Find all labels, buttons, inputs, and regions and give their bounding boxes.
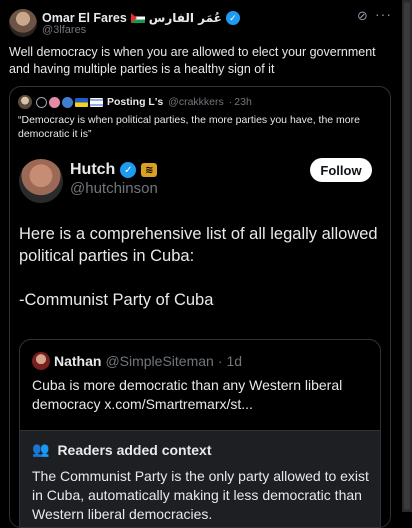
context-header: 👥 Readers added context xyxy=(32,441,212,458)
quoted-tweet-text: “Democracy is when political parties, th… xyxy=(18,114,360,140)
inner-quote-header: Nathan @SimpleSiteman · 1d xyxy=(32,352,242,370)
hutch-name-row: Hutch ✓ ≋ xyxy=(70,161,158,179)
inner-quote-card: Nathan @SimpleSiteman · 1d Cuba is more … xyxy=(19,339,381,527)
embedded-line-1: Here is a comprehensive list of all lega… xyxy=(19,225,378,265)
dot-separator: · xyxy=(217,353,223,369)
dot-separator: · xyxy=(228,96,233,108)
author-name[interactable]: Omar El Fares xyxy=(42,11,127,25)
readers-context: 👥 Readers added context The Communist Pa… xyxy=(20,430,380,527)
verified-icon: ✓ xyxy=(120,162,137,178)
more-icon[interactable]: ··· xyxy=(375,6,392,22)
avatar[interactable] xyxy=(9,9,37,37)
nathan-avatar xyxy=(32,352,50,370)
inner-quote-text: Cuba is more democratic than any Western… xyxy=(32,377,343,412)
israel-flag-icon xyxy=(90,97,103,107)
affiliate-badge-icon: ≋ xyxy=(141,163,158,177)
attached-image[interactable]: Hutch ✓ ≋ @hutchinson Follow Here is a c… xyxy=(10,149,390,527)
hutch-avatar xyxy=(19,159,63,203)
quoted-author-name: Posting L's xyxy=(107,96,164,108)
scrollbar[interactable] xyxy=(402,0,412,512)
quoted-tweet-header: Posting L's @crakkkers · 23h xyxy=(18,95,252,109)
quoted-tweet-card[interactable]: Posting L's @crakkkers · 23h “Democracy … xyxy=(9,86,391,528)
people-icon: 👥 xyxy=(32,441,50,457)
hutch-handle: @hutchinson xyxy=(70,180,158,197)
quoted-author-handle: @crakkkers xyxy=(168,96,224,108)
nathan-time: 1d xyxy=(226,353,243,369)
ukraine-flag-icon xyxy=(75,97,88,107)
quoted-time: 23h xyxy=(234,96,252,108)
grok-icon[interactable]: ⊘ xyxy=(357,8,373,24)
context-title: Readers added context xyxy=(57,441,212,458)
embedded-line-2: -Communist Party of Cuba xyxy=(19,291,214,309)
verified-icon: ✓ xyxy=(225,11,240,25)
scrollbar-thumb[interactable] xyxy=(404,2,410,510)
palestine-flag-icon xyxy=(130,13,145,23)
follow-button: Follow xyxy=(310,158,372,182)
author-name-arabic[interactable]: عُمَر الفارس xyxy=(149,11,222,25)
emoji-icon xyxy=(49,96,60,108)
author-handle[interactable]: @3lfares xyxy=(42,24,86,36)
emoji-icon xyxy=(62,96,73,108)
nathan-name: Nathan xyxy=(54,353,102,369)
hutch-name: Hutch xyxy=(70,161,116,178)
embedded-post-text: Here is a comprehensive list of all lega… xyxy=(19,223,379,311)
context-text: The Communist Party is the only party al… xyxy=(32,468,369,522)
globe-icon xyxy=(36,96,47,108)
tweet-text: Well democracy is when you are allowed t… xyxy=(9,45,376,76)
nathan-handle: @SimpleSiteman xyxy=(105,353,214,369)
quoted-avatar xyxy=(18,95,32,109)
